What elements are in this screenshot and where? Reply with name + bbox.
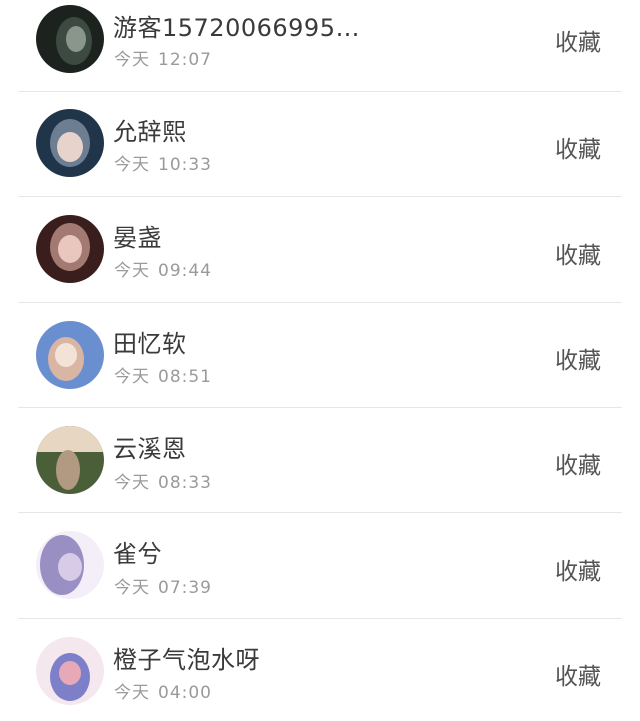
avatar[interactable] xyxy=(36,426,104,494)
visit-time: 今天 04:00 xyxy=(114,678,212,703)
visit-time: 今天 10:33 xyxy=(114,150,212,175)
avatar[interactable] xyxy=(36,5,104,73)
visit-date-label: 今天 xyxy=(114,261,150,281)
visit-clock: 07:39 xyxy=(158,578,212,598)
avatar[interactable] xyxy=(36,109,104,177)
divider xyxy=(18,196,622,197)
avatar-image xyxy=(36,426,104,494)
favorite-button[interactable]: 收藏 xyxy=(555,657,601,691)
visit-date-label: 今天 xyxy=(114,367,150,387)
list-item[interactable]: 晏盏 今天 09:44 收藏 xyxy=(0,198,640,303)
avatar[interactable] xyxy=(36,215,104,283)
favorite-button[interactable]: 收藏 xyxy=(555,552,601,586)
visit-clock: 10:33 xyxy=(158,155,212,175)
visit-clock: 04:00 xyxy=(158,683,212,703)
avatar[interactable] xyxy=(36,637,104,705)
visit-clock: 08:51 xyxy=(158,367,212,387)
list-item[interactable]: 允辞熙 今天 10:33 收藏 xyxy=(0,92,640,197)
visit-date-label: 今天 xyxy=(114,473,150,493)
visit-clock: 12:07 xyxy=(158,50,212,70)
visitor-list: 游客15720066995… 今天 12:07 收藏 允辞熙 今天 10:33 收藏 xyxy=(0,0,640,721)
favorite-button[interactable]: 收藏 xyxy=(555,23,601,57)
list-item[interactable]: 云溪恩 今天 08:33 收藏 xyxy=(0,408,640,513)
list-item[interactable]: 雀兮 今天 07:39 收藏 xyxy=(0,514,640,619)
list-item[interactable]: 田忆软 今天 08:51 收藏 xyxy=(0,303,640,408)
visitor-name: 晏盏 xyxy=(113,224,162,252)
visit-time: 今天 07:39 xyxy=(114,573,212,598)
avatar-image xyxy=(36,5,104,73)
visitor-name: 云溪恩 xyxy=(113,435,187,463)
visit-clock: 08:33 xyxy=(158,473,212,493)
visitor-name: 田忆软 xyxy=(113,330,187,358)
list-item[interactable]: 游客15720066995… 今天 12:07 收藏 xyxy=(0,0,640,92)
avatar-image xyxy=(36,321,104,389)
avatar-image xyxy=(36,531,104,599)
visit-time: 今天 12:07 xyxy=(114,45,212,70)
visit-time: 今天 08:33 xyxy=(114,468,212,493)
visit-date-label: 今天 xyxy=(114,683,150,703)
favorite-button[interactable]: 收藏 xyxy=(555,130,601,164)
divider xyxy=(18,512,622,513)
favorite-button[interactable]: 收藏 xyxy=(555,341,601,375)
visitor-name: 雀兮 xyxy=(113,540,162,568)
avatar[interactable] xyxy=(36,321,104,389)
visit-time: 今天 09:44 xyxy=(114,256,212,281)
visit-time: 今天 08:51 xyxy=(114,362,212,387)
favorite-button[interactable]: 收藏 xyxy=(555,446,601,480)
avatar-image xyxy=(36,637,104,705)
favorite-button[interactable]: 收藏 xyxy=(555,236,601,270)
visit-date-label: 今天 xyxy=(114,155,150,175)
list-item[interactable]: 橙子气泡水呀 今天 04:00 收藏 xyxy=(0,619,640,721)
avatar-image xyxy=(36,215,104,283)
visit-date-label: 今天 xyxy=(114,578,150,598)
visit-date-label: 今天 xyxy=(114,50,150,70)
visitor-name: 橙子气泡水呀 xyxy=(113,646,260,674)
visitor-name: 允辞熙 xyxy=(113,118,187,146)
avatar-image xyxy=(36,109,104,177)
avatar[interactable] xyxy=(36,531,104,599)
visitor-name: 游客15720066995… xyxy=(113,14,360,42)
visit-clock: 09:44 xyxy=(158,261,212,281)
